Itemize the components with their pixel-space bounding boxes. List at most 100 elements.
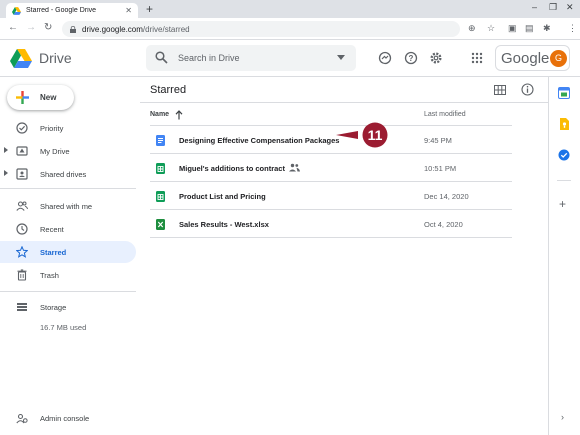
plus-icon — [16, 91, 29, 104]
file-name[interactable]: Miguel's additions to contract — [179, 164, 285, 173]
sidebar-item-label: Starred — [40, 248, 67, 257]
drive-favicon-icon — [12, 6, 21, 15]
divider — [0, 291, 136, 292]
sidebar-item-label: Priority — [40, 124, 64, 133]
reload-icon[interactable]: ↻ — [44, 22, 52, 33]
search-box[interactable]: Search in Drive — [146, 45, 356, 71]
sidebar-item-label: Shared with me — [40, 202, 93, 211]
avatar[interactable]: G — [550, 50, 567, 67]
column-header-name[interactable]: Name — [150, 111, 169, 118]
chevron-right-icon[interactable]: › — [561, 412, 564, 422]
table-row[interactable]: Designing Effective Compensation Package… — [150, 122, 512, 154]
tab-title: Starred - Google Drive — [26, 7, 97, 14]
google-docs-icon — [156, 135, 165, 146]
account-chip[interactable]: Google G — [495, 45, 570, 71]
settings-gear-icon[interactable] — [429, 51, 443, 65]
divider — [557, 180, 571, 181]
file-name[interactable]: Designing Effective Compensation Package… — [179, 136, 339, 145]
admin-console-icon — [16, 413, 28, 424]
table-row[interactable]: Product List and Pricing Dec 14, 2020 — [150, 182, 512, 210]
minimize-icon[interactable]: – — [532, 2, 537, 12]
search-options-icon[interactable] — [337, 55, 345, 60]
step-callout-badge: 11 — [336, 122, 388, 148]
add-addon-icon[interactable]: + — [559, 197, 566, 211]
file-modified: Oct 4, 2020 — [424, 220, 463, 229]
column-header-last-modified[interactable]: Last modified — [424, 111, 466, 118]
drive-logo-icon[interactable] — [10, 49, 32, 68]
svg-text:?: ? — [409, 54, 414, 63]
extension-icon[interactable]: ▣ — [508, 23, 517, 34]
lock-icon — [70, 25, 76, 33]
trash-icon — [17, 269, 27, 281]
table-row[interactable]: Sales Results - West.xlsx Oct 4, 2020 — [150, 210, 512, 238]
excel-file-icon — [156, 219, 165, 230]
sidebar-item-label: My Drive — [40, 147, 70, 156]
info-icon[interactable] — [521, 83, 534, 96]
browser-toolbar: ← → ↻ drive.google.com/drive/starred ⊕ ☆… — [0, 18, 580, 40]
new-button[interactable]: New — [7, 85, 74, 110]
apps-grid-icon[interactable] — [470, 51, 484, 65]
left-sidebar: New Priority My Drive Shared drives Shar… — [0, 77, 140, 435]
drive-brand[interactable]: Drive — [39, 50, 72, 66]
search-input[interactable]: Search in Drive — [178, 53, 240, 63]
expand-arrow-icon[interactable] — [4, 170, 8, 176]
sidebar-item-priority[interactable]: Priority — [0, 117, 136, 139]
divider — [0, 188, 136, 189]
file-modified: 9:45 PM — [424, 136, 452, 145]
calendar-icon[interactable] — [558, 87, 570, 99]
grid-view-icon[interactable] — [494, 85, 506, 95]
file-name[interactable]: Product List and Pricing — [179, 192, 266, 201]
file-modified: 10:51 PM — [424, 164, 457, 173]
browser-tab-strip: Starred - Google Drive ✕ + – ❐ ✕ — [0, 0, 580, 18]
shared-people-icon — [289, 163, 300, 172]
sidebar-item-admin-console[interactable]: Admin console — [0, 407, 136, 429]
sidebar-item-recent[interactable]: Recent — [0, 218, 136, 240]
close-tab-icon[interactable]: ✕ — [125, 6, 132, 15]
close-window-icon[interactable]: ✕ — [566, 2, 574, 13]
sort-arrow-up-icon[interactable] — [175, 110, 183, 120]
side-panel: + › — [548, 77, 580, 435]
new-tab-button[interactable]: + — [146, 2, 153, 16]
google-sheets-icon — [156, 191, 165, 202]
clock-icon — [16, 223, 28, 235]
browser-tab[interactable]: Starred - Google Drive ✕ — [6, 3, 138, 18]
search-icon[interactable] — [155, 51, 168, 64]
puzzle-icon[interactable]: ✱ — [543, 23, 551, 34]
chrome-menu-icon[interactable]: ⋮ — [568, 23, 577, 34]
bookmark-star-icon[interactable]: ☆ — [487, 23, 495, 34]
shared-with-me-icon — [16, 201, 28, 211]
shared-drives-icon — [16, 168, 28, 180]
help-icon[interactable]: ? — [404, 51, 418, 65]
sidebar-item-label: Trash — [40, 271, 59, 280]
restore-icon[interactable]: ❐ — [549, 2, 557, 13]
extension-icon-2[interactable]: ▤ — [525, 23, 534, 34]
storage-used-text: 16.7 MB used — [40, 323, 87, 332]
star-icon — [16, 246, 28, 258]
url-text: drive.google.com/drive/starred — [82, 24, 190, 34]
tasks-icon[interactable] — [558, 149, 570, 161]
file-name[interactable]: Sales Results - West.xlsx — [179, 220, 269, 229]
sidebar-item-label: Shared drives — [40, 170, 87, 179]
sidebar-item-shared-with-me[interactable]: Shared with me — [0, 195, 136, 217]
storage-label: Storage — [40, 303, 67, 312]
expand-arrow-icon[interactable] — [4, 147, 8, 153]
sidebar-item-shared-drives[interactable]: Shared drives — [0, 163, 136, 185]
page-title: Starred — [150, 84, 187, 96]
back-icon[interactable]: ← — [8, 22, 18, 33]
sidebar-item-my-drive[interactable]: My Drive — [0, 140, 136, 162]
sidebar-item-storage[interactable]: Storage — [0, 296, 136, 318]
callout-number: 11 — [368, 127, 383, 143]
google-sheets-icon — [156, 163, 165, 174]
forward-icon[interactable]: → — [26, 22, 36, 33]
my-drive-icon — [16, 146, 28, 156]
sidebar-item-trash[interactable]: Trash — [0, 264, 136, 286]
install-app-icon[interactable]: ⊕ — [468, 23, 476, 34]
new-button-label: New — [40, 93, 57, 102]
keep-icon[interactable] — [558, 118, 570, 130]
sidebar-item-label: Admin console — [40, 414, 90, 423]
storage-icon — [17, 303, 27, 311]
address-bar[interactable]: drive.google.com/drive/starred — [62, 21, 460, 37]
table-row[interactable]: Miguel's additions to contract 10:51 PM — [150, 154, 512, 182]
offline-ready-icon[interactable] — [378, 51, 392, 65]
sidebar-item-starred[interactable]: Starred — [0, 241, 136, 263]
